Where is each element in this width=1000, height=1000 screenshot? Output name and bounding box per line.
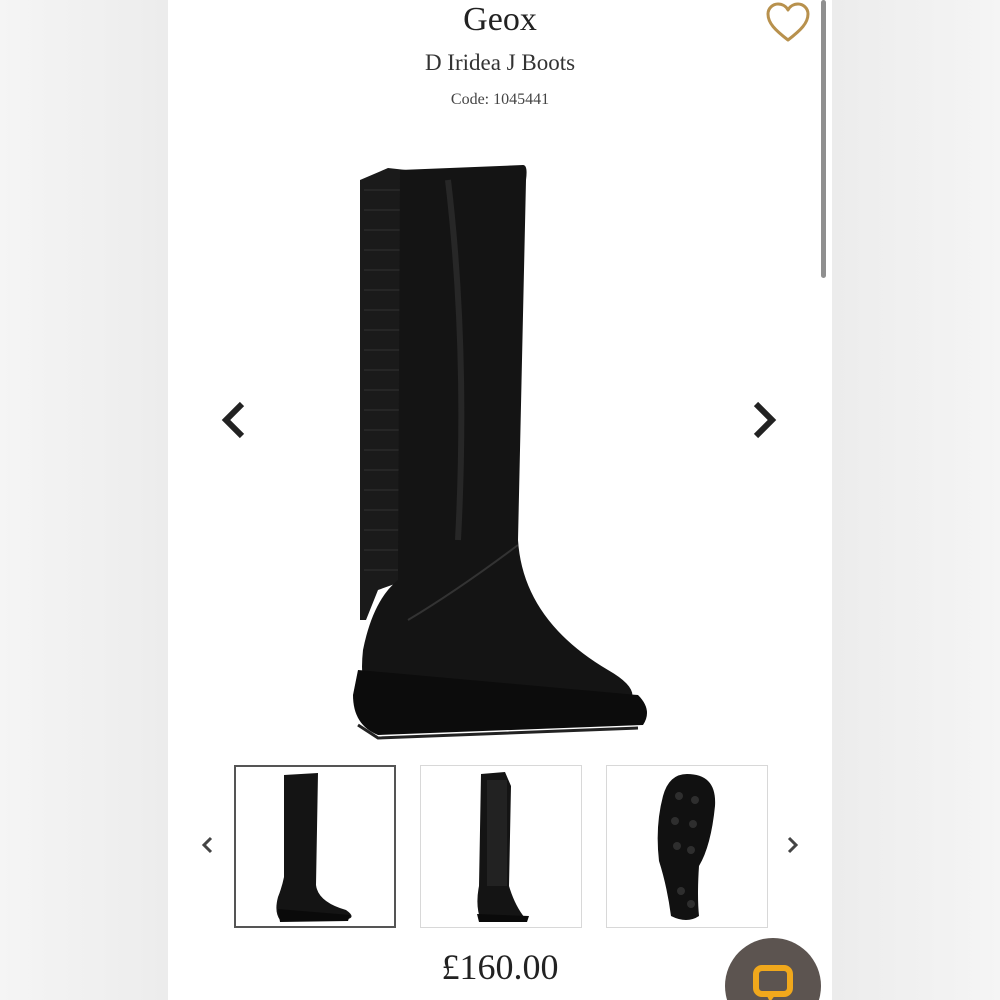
boot-sole-image: [657, 774, 716, 920]
product-code: Code: 1045441: [450, 91, 550, 108]
thumbnail-next-button[interactable]: [780, 830, 804, 860]
scrollbar[interactable]: [821, 0, 826, 278]
heart-outline-icon: [766, 2, 810, 42]
thumbnail-sole-view[interactable]: [606, 765, 768, 928]
chevron-left-icon: [201, 836, 213, 854]
image-next-button[interactable]: [744, 395, 784, 445]
chevron-right-icon: [753, 401, 777, 439]
product-name: D Iridea J Boots: [424, 50, 576, 75]
image-prev-button[interactable]: [214, 395, 254, 445]
wishlist-button[interactable]: [765, 2, 811, 44]
chevron-right-icon: [787, 836, 799, 854]
background-right: [832, 0, 1000, 1000]
boot-back-image: [477, 772, 529, 922]
thumbnail-prev-button[interactable]: [196, 830, 220, 860]
product-page: Geox D Iridea J Boots Code: 1045441 £160…: [168, 0, 832, 1000]
background-left: [0, 0, 168, 1000]
chevron-left-icon: [221, 401, 245, 439]
brand-title: Geox: [463, 1, 537, 38]
thumbnail-side-view[interactable]: [234, 765, 396, 928]
chat-bubble-icon: [753, 965, 793, 1000]
boot-side-image: [276, 773, 352, 922]
product-main-image: [353, 165, 647, 740]
thumbnail-back-view[interactable]: [420, 765, 582, 928]
